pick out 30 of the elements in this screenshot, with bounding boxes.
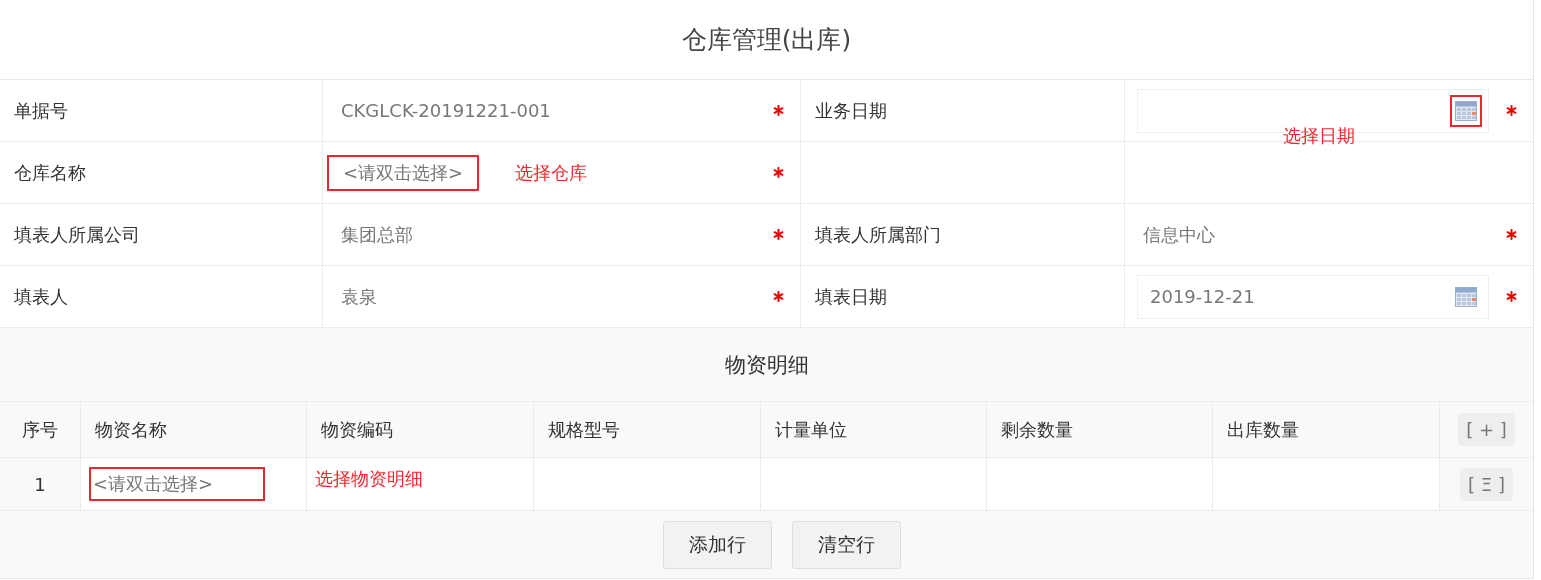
select-field[interactable]: <请双击选择> — [89, 467, 266, 501]
column-header: 出库数量 — [1213, 402, 1440, 458]
column-header: 剩余数量 — [987, 402, 1213, 458]
field-label: 填表人所属公司 — [0, 204, 323, 266]
section-title: 物资明细 — [0, 328, 1533, 402]
field-label: 单据号 — [0, 80, 323, 142]
field-value: CKGLCK-20191221-001 — [341, 100, 551, 121]
column-header: 序号 — [0, 402, 81, 458]
row-number: 1 — [0, 458, 81, 511]
field-value: 集团总部 — [341, 222, 413, 247]
annotation-note: 选择物资明细 — [315, 467, 423, 491]
field-label: 业务日期 — [801, 80, 1125, 142]
calendar-button[interactable] — [1450, 94, 1482, 127]
field-label: 填表人所属部门 — [801, 204, 1125, 266]
field-label: 仓库名称 — [0, 142, 323, 204]
column-header: 计量单位 — [761, 402, 987, 458]
toolbar-button[interactable]: 清空行 — [791, 520, 901, 569]
annotation-note: 选择日期 — [1283, 124, 1355, 148]
page-title: 仓库管理(出库) — [0, 0, 1533, 80]
field-value: 袁泉 — [341, 284, 377, 309]
row-menu-button[interactable]: [ Ξ ] — [1460, 467, 1513, 501]
annotation-note: 选择仓库 — [515, 160, 588, 185]
date-field[interactable]: 2019-12-21 — [1137, 274, 1489, 319]
add-row-button[interactable]: [ + ] — [1458, 413, 1515, 446]
select-field[interactable]: <请双击选择> — [327, 154, 480, 191]
toolbar-button[interactable]: 添加行 — [662, 520, 772, 569]
column-header: 规格型号 — [534, 402, 761, 458]
column-header: 物资编码 — [307, 402, 534, 458]
column-header: 物资名称 — [81, 402, 307, 458]
field-value: 信息中心 — [1143, 222, 1215, 247]
